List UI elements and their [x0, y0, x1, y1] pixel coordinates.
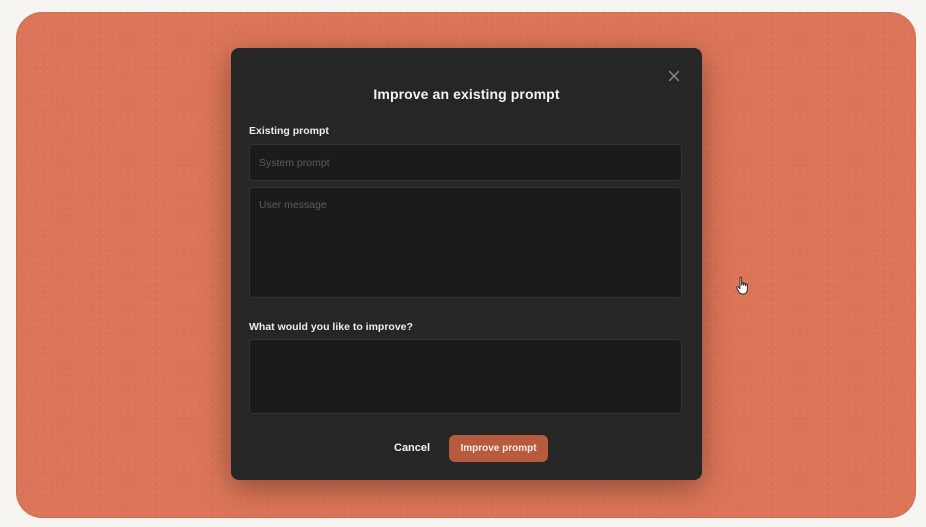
improve-question-label: What would you like to improve? [249, 321, 413, 333]
close-button[interactable] [666, 68, 682, 84]
improve-prompt-dialog: Improve an existing prompt Existing prom… [231, 48, 702, 480]
dialog-actions: Cancel Improve prompt [231, 435, 702, 462]
close-icon [668, 70, 680, 82]
user-message-input[interactable] [249, 187, 682, 298]
dialog-title: Improve an existing prompt [373, 86, 560, 102]
improve-prompt-button[interactable]: Improve prompt [449, 435, 548, 462]
cancel-button[interactable]: Cancel [386, 435, 438, 462]
system-prompt-input[interactable] [249, 144, 682, 181]
hand-pointer-icon [736, 276, 748, 295]
improvement-input[interactable] [249, 339, 682, 414]
existing-prompt-label: Existing prompt [249, 125, 329, 137]
